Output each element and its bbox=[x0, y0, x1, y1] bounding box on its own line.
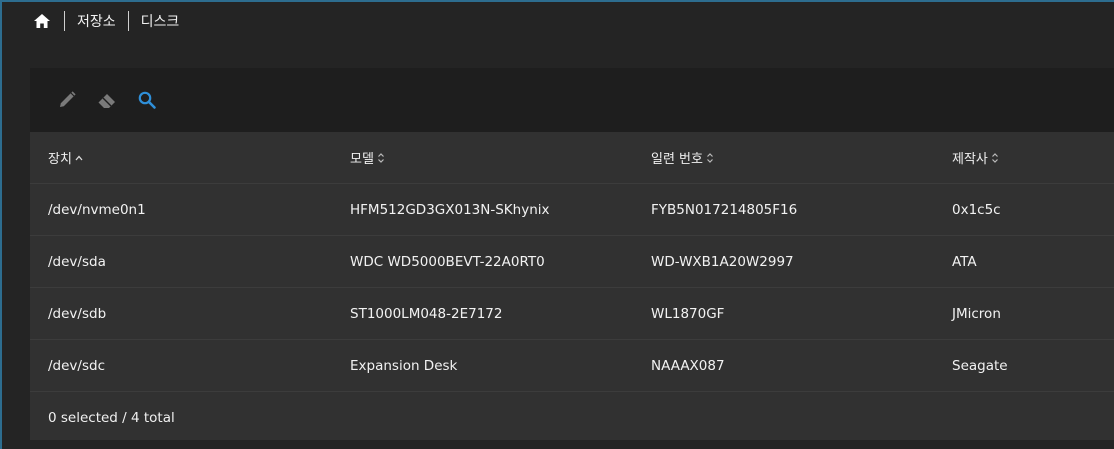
column-header-label: 장치 bbox=[48, 152, 72, 167]
breadcrumb-separator bbox=[127, 11, 129, 31]
column-header-label: 모델 bbox=[350, 152, 374, 167]
breadcrumb-disks[interactable]: 디스크 bbox=[141, 11, 180, 31]
sort-unsorted-icon bbox=[377, 152, 385, 164]
manufacturer-cell: 0x1c5c bbox=[952, 201, 1001, 218]
device-cell: /dev/sdc bbox=[48, 357, 105, 374]
selection-status: 0 selected / 4 total bbox=[48, 409, 175, 426]
column-header-manufacturer[interactable]: 제작사 bbox=[934, 148, 1114, 167]
serial-number-cell: FYB5N017214805F16 bbox=[651, 201, 798, 218]
breadcrumb-storage[interactable]: 저장소 bbox=[77, 11, 116, 31]
table-row[interactable]: /dev/sdb ST1000LM048-2E7172 WL1870GF JMi… bbox=[30, 288, 1114, 340]
column-header-label: 제작사 bbox=[952, 152, 988, 167]
table-row[interactable]: /dev/nvme0n1 HFM512GD3GX013N-SKhynix FYB… bbox=[30, 184, 1114, 236]
table-row[interactable]: /dev/sda WDC WD5000BEVT-22A0RT0 WD-WXB1A… bbox=[30, 236, 1114, 288]
home-icon[interactable] bbox=[32, 11, 52, 31]
breadcrumb: 저장소 디스크 bbox=[30, 10, 179, 32]
model-cell: WDC WD5000BEVT-22A0RT0 bbox=[350, 253, 545, 270]
column-header-label: 일련 번호 bbox=[651, 152, 703, 167]
table-header: 장치 모델 일련 번호 제작사 bbox=[30, 132, 1114, 184]
toolbar bbox=[30, 68, 1114, 132]
pencil-icon[interactable] bbox=[54, 87, 80, 113]
device-cell: /dev/sdb bbox=[48, 305, 107, 322]
serial-number-cell: NAAAX087 bbox=[651, 357, 725, 374]
serial-number-cell: WD-WXB1A20W2997 bbox=[651, 253, 794, 270]
disk-table-panel: 장치 모델 일련 번호 제작사 /dev/nvme0n1 HFM512GD3GX bbox=[30, 68, 1114, 440]
manufacturer-cell: Seagate bbox=[952, 357, 1008, 374]
manufacturer-cell: ATA bbox=[952, 253, 977, 270]
sort-unsorted-icon bbox=[706, 152, 714, 164]
window-left-border bbox=[0, 0, 2, 449]
sort-ascending-icon bbox=[75, 154, 83, 162]
column-header-device[interactable]: 장치 bbox=[30, 148, 332, 167]
model-cell: ST1000LM048-2E7172 bbox=[350, 305, 503, 322]
model-cell: Expansion Desk bbox=[350, 357, 458, 374]
table-row[interactable]: /dev/sdc Expansion Desk NAAAX087 Seagate bbox=[30, 340, 1114, 392]
breadcrumb-separator bbox=[64, 11, 65, 31]
device-cell: /dev/sda bbox=[48, 253, 106, 270]
column-header-serial-number[interactable]: 일련 번호 bbox=[633, 148, 934, 167]
search-icon[interactable] bbox=[134, 87, 160, 113]
window-top-border bbox=[0, 0, 1114, 2]
sort-unsorted-icon bbox=[991, 152, 999, 164]
eraser-icon[interactable] bbox=[94, 87, 120, 113]
model-cell: HFM512GD3GX013N-SKhynix bbox=[350, 201, 550, 218]
table-footer: 0 selected / 4 total bbox=[30, 392, 1114, 443]
column-header-model[interactable]: 모델 bbox=[332, 148, 633, 167]
serial-number-cell: WL1870GF bbox=[651, 305, 725, 322]
manufacturer-cell: JMicron bbox=[952, 305, 1001, 322]
device-cell: /dev/nvme0n1 bbox=[48, 201, 146, 218]
